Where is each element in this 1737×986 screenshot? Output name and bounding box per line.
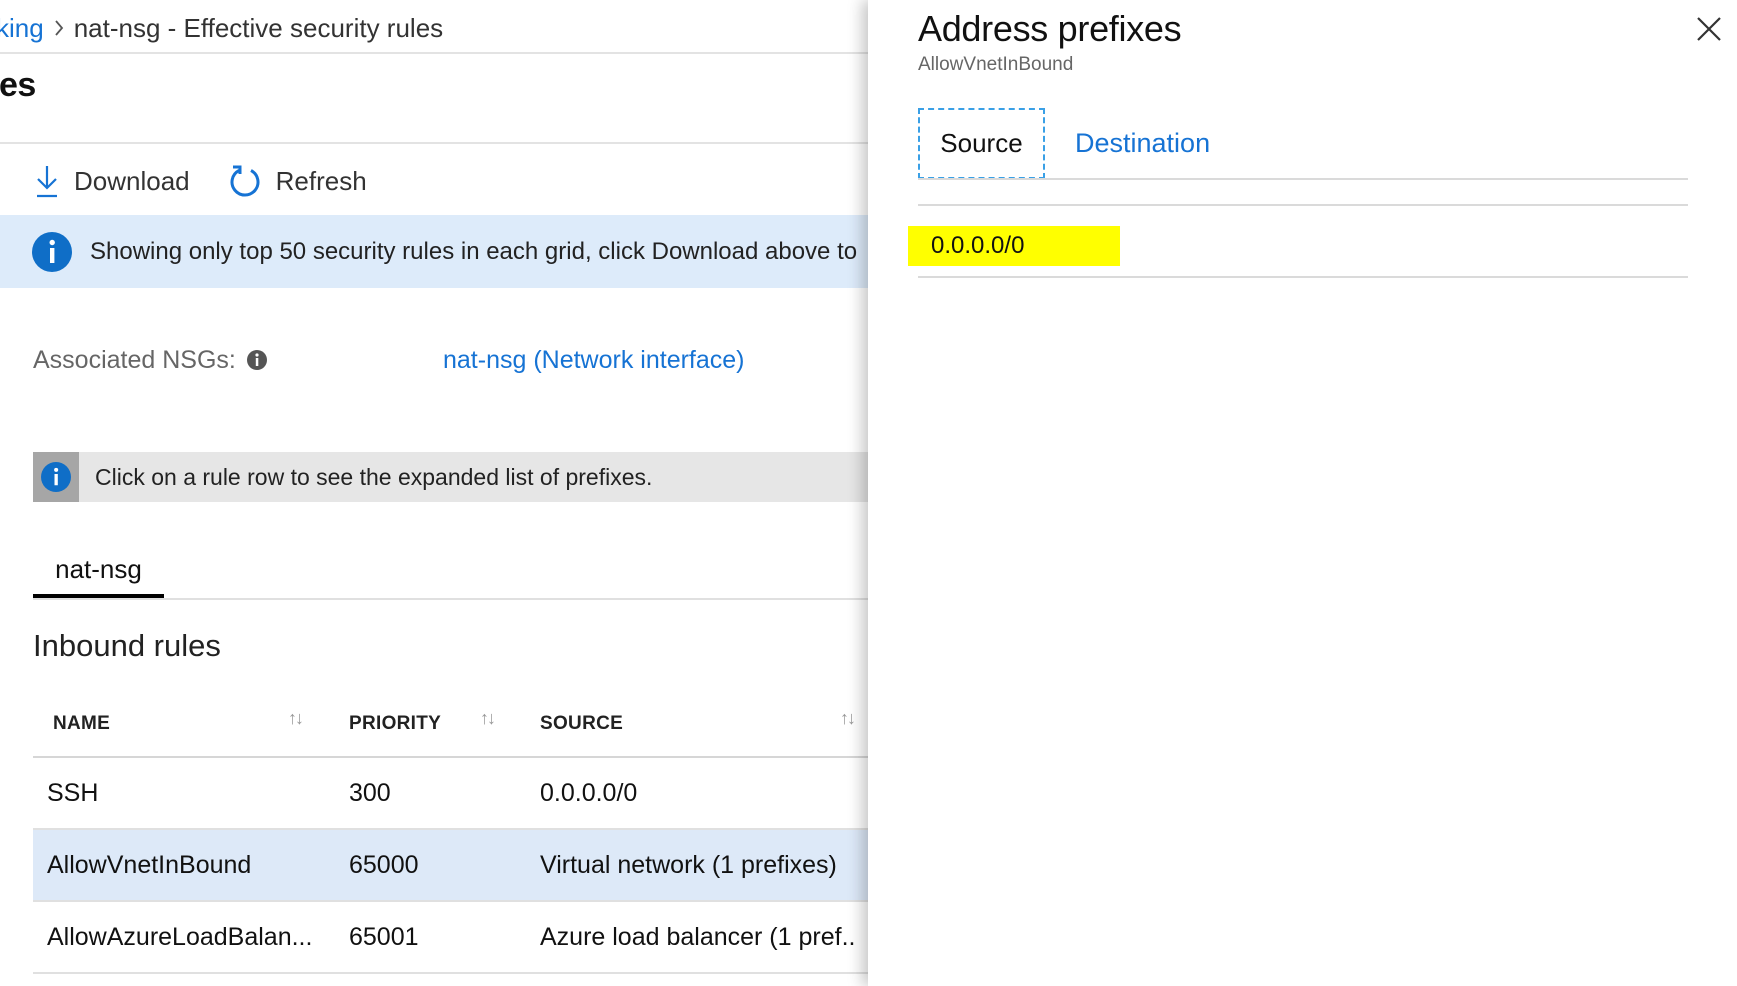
rule-source: Azure load balancer (1 pref..	[540, 922, 856, 951]
column-header-name[interactable]: NAME	[53, 690, 110, 758]
panel-subtitle: AllowVnetInBound	[918, 54, 1074, 75]
tab-destination[interactable]: Destination	[1075, 108, 1210, 179]
breadcrumb-current: nat-nsg - Effective security rules	[73, 12, 444, 43]
sort-icon[interactable]: ↑↓	[288, 708, 304, 729]
sort-icon[interactable]: ↑↓	[480, 708, 496, 729]
inbound-rules-grid: NAME ↑↓ PRIORITY ↑↓ SOURCE ↑↓ SSH 300 0.…	[33, 690, 868, 974]
associated-nsgs-label: Associated NSGs:	[33, 345, 236, 374]
rule-priority: 65001	[349, 922, 419, 951]
prefix-tabs: Source Destination	[918, 108, 1688, 180]
associated-nsg-link[interactable]: nat-nsg (Network interface)	[443, 346, 745, 375]
divider	[0, 52, 868, 54]
breadcrumb: king nat-nsg - Effective security rules	[0, 10, 443, 46]
info-icon	[33, 452, 79, 502]
rule-name: SSH	[47, 778, 99, 807]
column-header-source[interactable]: SOURCE	[540, 690, 623, 758]
table-row[interactable]: AllowVnetInBound 65000 Virtual network (…	[33, 830, 868, 902]
note-text: Click on a rule row to see the expanded …	[95, 463, 653, 490]
rule-source: Virtual network (1 prefixes)	[540, 850, 837, 879]
rule-name: AllowAzureLoadBalan...	[47, 922, 313, 951]
grid-header: NAME ↑↓ PRIORITY ↑↓ SOURCE ↑↓	[33, 690, 868, 758]
rule-name: AllowVnetInBound	[47, 850, 252, 879]
page-title: les	[0, 66, 36, 104]
divider	[0, 142, 868, 144]
download-icon	[34, 164, 60, 198]
download-label: Download	[74, 165, 190, 196]
inbound-rules-title: Inbound rules	[33, 628, 221, 663]
tab-source[interactable]: Source	[918, 108, 1045, 179]
prefix-value: 0.0.0.0/0	[931, 232, 1025, 259]
tab-nat-nsg[interactable]: nat-nsg	[33, 550, 164, 598]
download-button[interactable]: Download	[34, 164, 190, 198]
associated-nsgs: Associated NSGs: nat-nsg (Network interf…	[33, 340, 868, 380]
toolbar: Download Refresh	[0, 158, 367, 204]
refresh-label: Refresh	[275, 165, 367, 196]
panel-title: Address prefixes	[918, 8, 1182, 49]
divider	[918, 204, 1688, 206]
address-prefixes-panel: Address prefixes AllowVnetInBound Source…	[868, 0, 1737, 986]
refresh-button[interactable]: Refresh	[228, 164, 367, 198]
banner-text: Showing only top 50 security rules in ea…	[90, 237, 858, 265]
close-icon[interactable]	[1692, 12, 1726, 46]
rule-source: 0.0.0.0/0	[540, 778, 638, 807]
refresh-icon	[228, 164, 262, 198]
chevron-right-icon	[44, 19, 74, 37]
tab-underline	[33, 598, 868, 600]
info-icon	[32, 231, 72, 272]
prefix-note: Click on a rule row to see the expanded …	[33, 452, 868, 502]
column-header-priority[interactable]: PRIORITY	[349, 690, 441, 758]
table-row[interactable]: SSH 300 0.0.0.0/0	[33, 758, 868, 830]
breadcrumb-parent-link[interactable]: king	[0, 13, 44, 44]
info-icon[interactable]	[246, 349, 268, 371]
divider	[918, 178, 1688, 180]
sort-icon[interactable]: ↑↓	[840, 708, 856, 729]
rule-priority: 300	[349, 778, 391, 807]
info-banner: Showing only top 50 security rules in ea…	[0, 215, 868, 288]
table-row[interactable]: AllowAzureLoadBalan... 65001 Azure load …	[33, 902, 868, 974]
divider	[918, 276, 1688, 278]
effective-rules-blade: king nat-nsg - Effective security rules …	[0, 0, 868, 986]
rule-priority: 65000	[349, 850, 419, 879]
